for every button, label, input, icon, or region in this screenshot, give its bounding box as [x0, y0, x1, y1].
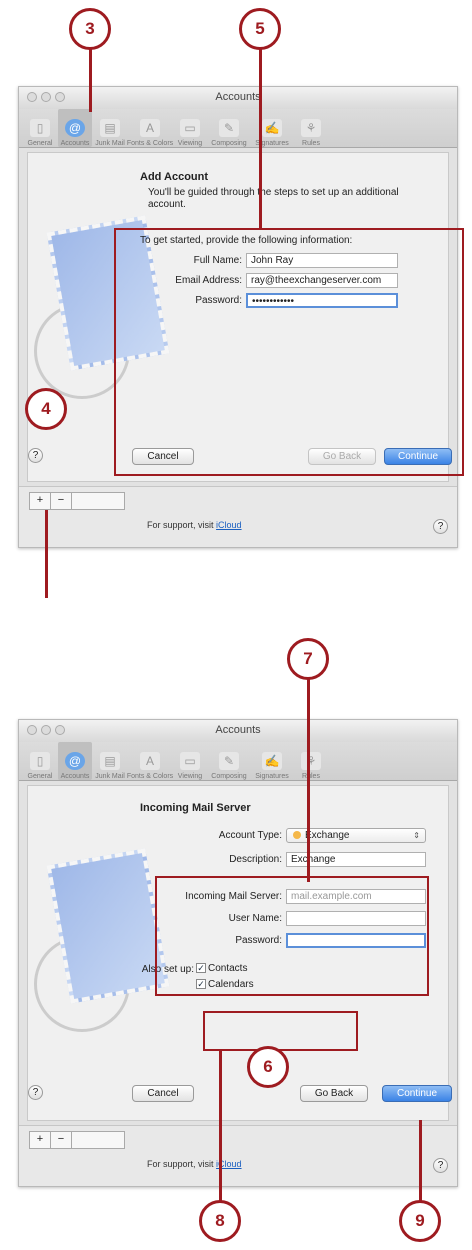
callout-7-highlight — [155, 876, 429, 996]
toolbar-general[interactable]: ▯ General — [23, 109, 57, 147]
viewing-icon: ▭ — [180, 752, 200, 770]
toolbar-viewing[interactable]: ▭ Viewing — [173, 109, 207, 147]
toolbar-fonts-colors[interactable]: A Fonts & Colors — [126, 742, 174, 780]
rules-icon: ⚘ — [301, 752, 321, 770]
callout-7-line — [307, 672, 310, 882]
fonts-colors-icon: A — [140, 119, 160, 137]
callout-9-line — [419, 1120, 422, 1205]
composing-icon: ✎ — [219, 119, 239, 137]
toolbar-label: Accounts — [60, 140, 90, 147]
toolbar-accounts[interactable]: @ Accounts — [58, 109, 92, 147]
accounts-icon: @ — [65, 119, 85, 137]
toolbar-label: General — [27, 140, 53, 147]
callout-5: 5 — [239, 8, 281, 50]
sheet-title: Incoming Mail Server — [140, 802, 251, 814]
callout-8-highlight — [203, 1011, 358, 1051]
callout-3-line — [89, 42, 92, 112]
toolbar-label: Junk Mail — [95, 140, 125, 147]
signatures-icon: ✍ — [262, 752, 282, 770]
callout-6: 6 — [247, 1046, 289, 1088]
window-footer: + − For support, visit iCloud ? — [19, 1125, 457, 1186]
account-type-value: Exchange — [305, 830, 350, 841]
title-bar: Accounts — [19, 87, 457, 109]
toolbar-fonts-colors[interactable]: A Fonts & Colors — [126, 109, 174, 147]
callout-8: 8 — [199, 1200, 241, 1242]
toolbar-label: Viewing — [177, 773, 203, 780]
toolbar-viewing[interactable]: ▭ Viewing — [173, 742, 207, 780]
general-icon: ▯ — [30, 119, 50, 137]
account-action-spacer — [72, 493, 124, 509]
toolbar-label: Viewing — [177, 140, 203, 147]
cancel-button[interactable]: Cancel — [132, 1085, 194, 1102]
intro-text: You'll be guided through the steps to se… — [148, 187, 399, 210]
sheet-title: Add Account — [140, 171, 209, 183]
preferences-toolbar: ▯ General @ Accounts ▤ Junk Mail A Fonts & C… — [19, 109, 457, 148]
toolbar-composing[interactable]: ✎ Composing — [208, 742, 250, 780]
toolbar-junk-mail[interactable]: ▤ Junk Mail — [93, 109, 127, 147]
junk-mail-icon: ▤ — [100, 119, 120, 137]
callout-4-line — [45, 510, 48, 598]
account-type-label: Account Type: — [218, 830, 282, 841]
exchange-icon — [293, 831, 301, 840]
viewing-icon: ▭ — [180, 119, 200, 137]
add-remove-account: + − — [29, 492, 125, 510]
toolbar-general[interactable]: ▯ General — [23, 742, 57, 780]
help-icon[interactable]: ? — [28, 448, 43, 463]
add-account-button[interactable]: + — [30, 493, 51, 509]
general-icon: ▯ — [30, 752, 50, 770]
remove-account-button[interactable]: − — [51, 1132, 72, 1148]
window-title: Accounts — [215, 724, 261, 736]
toolbar-label: Junk Mail — [95, 773, 125, 780]
title-bar: Accounts — [19, 720, 457, 742]
add-remove-account: + − — [29, 1131, 125, 1149]
toolbar-label: Composing — [211, 773, 247, 780]
toolbar-composing[interactable]: ✎ Composing — [208, 109, 250, 147]
accounts-icon: @ — [65, 752, 85, 770]
footer-help-icon[interactable]: ? — [433, 519, 448, 534]
toolbar-label: Fonts & Colors — [126, 773, 174, 780]
go-back-button[interactable]: Go Back — [300, 1085, 368, 1102]
window-title: Accounts — [215, 91, 261, 103]
toolbar-label: Composing — [211, 140, 247, 147]
fonts-colors-icon: A — [140, 752, 160, 770]
rules-icon: ⚘ — [301, 119, 321, 137]
help-icon[interactable]: ? — [28, 1085, 43, 1100]
toolbar-accounts[interactable]: @ Accounts — [58, 742, 92, 780]
toolbar-label: Rules — [302, 773, 320, 780]
callout-5-line — [259, 42, 262, 228]
footer-help-icon[interactable]: ? — [433, 1158, 448, 1173]
toolbar-label: Rules — [302, 140, 320, 147]
account-action-spacer — [72, 1132, 124, 1148]
toolbar-signatures[interactable]: ✍ Signatures — [251, 742, 293, 780]
toolbar-label: Signatures — [255, 773, 289, 780]
junk-mail-icon: ▤ — [100, 752, 120, 770]
support-prefix: For support, visit — [147, 1159, 214, 1169]
toolbar-label: Accounts — [60, 773, 90, 780]
toolbar-label: General — [27, 773, 53, 780]
callout-9: 9 — [399, 1200, 441, 1242]
support-text: For support, visit iCloud — [147, 520, 242, 530]
toolbar-rules[interactable]: ⚘ Rules — [294, 109, 328, 147]
remove-account-button[interactable]: − — [51, 493, 72, 509]
callout-3: 3 — [69, 8, 111, 50]
callout-4: 4 — [25, 388, 67, 430]
callout-7: 7 — [287, 638, 329, 680]
toolbar-rules[interactable]: ⚘ Rules — [294, 742, 328, 780]
add-account-button[interactable]: + — [30, 1132, 51, 1148]
toolbar-label: Fonts & Colors — [126, 140, 174, 147]
preferences-toolbar: ▯ General @ Accounts ▤ Junk Mail A Fonts & C… — [19, 742, 457, 781]
signatures-icon: ✍ — [262, 119, 282, 137]
continue-button[interactable]: Continue — [382, 1085, 452, 1102]
description-label: Description: — [229, 854, 282, 865]
icloud-link[interactable]: iCloud — [216, 520, 242, 530]
support-prefix: For support, visit — [147, 520, 214, 530]
toolbar-signatures[interactable]: ✍ Signatures — [251, 109, 293, 147]
composing-icon: ✎ — [219, 752, 239, 770]
callout-8-line — [219, 1051, 222, 1209]
window-footer: + − For support, visit iCloud ? — [19, 486, 457, 547]
callout-5-highlight — [114, 228, 464, 476]
toolbar-junk-mail[interactable]: ▤ Junk Mail — [93, 742, 127, 780]
support-text: For support, visit iCloud — [147, 1159, 242, 1169]
chevron-updown-icon: ⇕ — [413, 831, 420, 840]
